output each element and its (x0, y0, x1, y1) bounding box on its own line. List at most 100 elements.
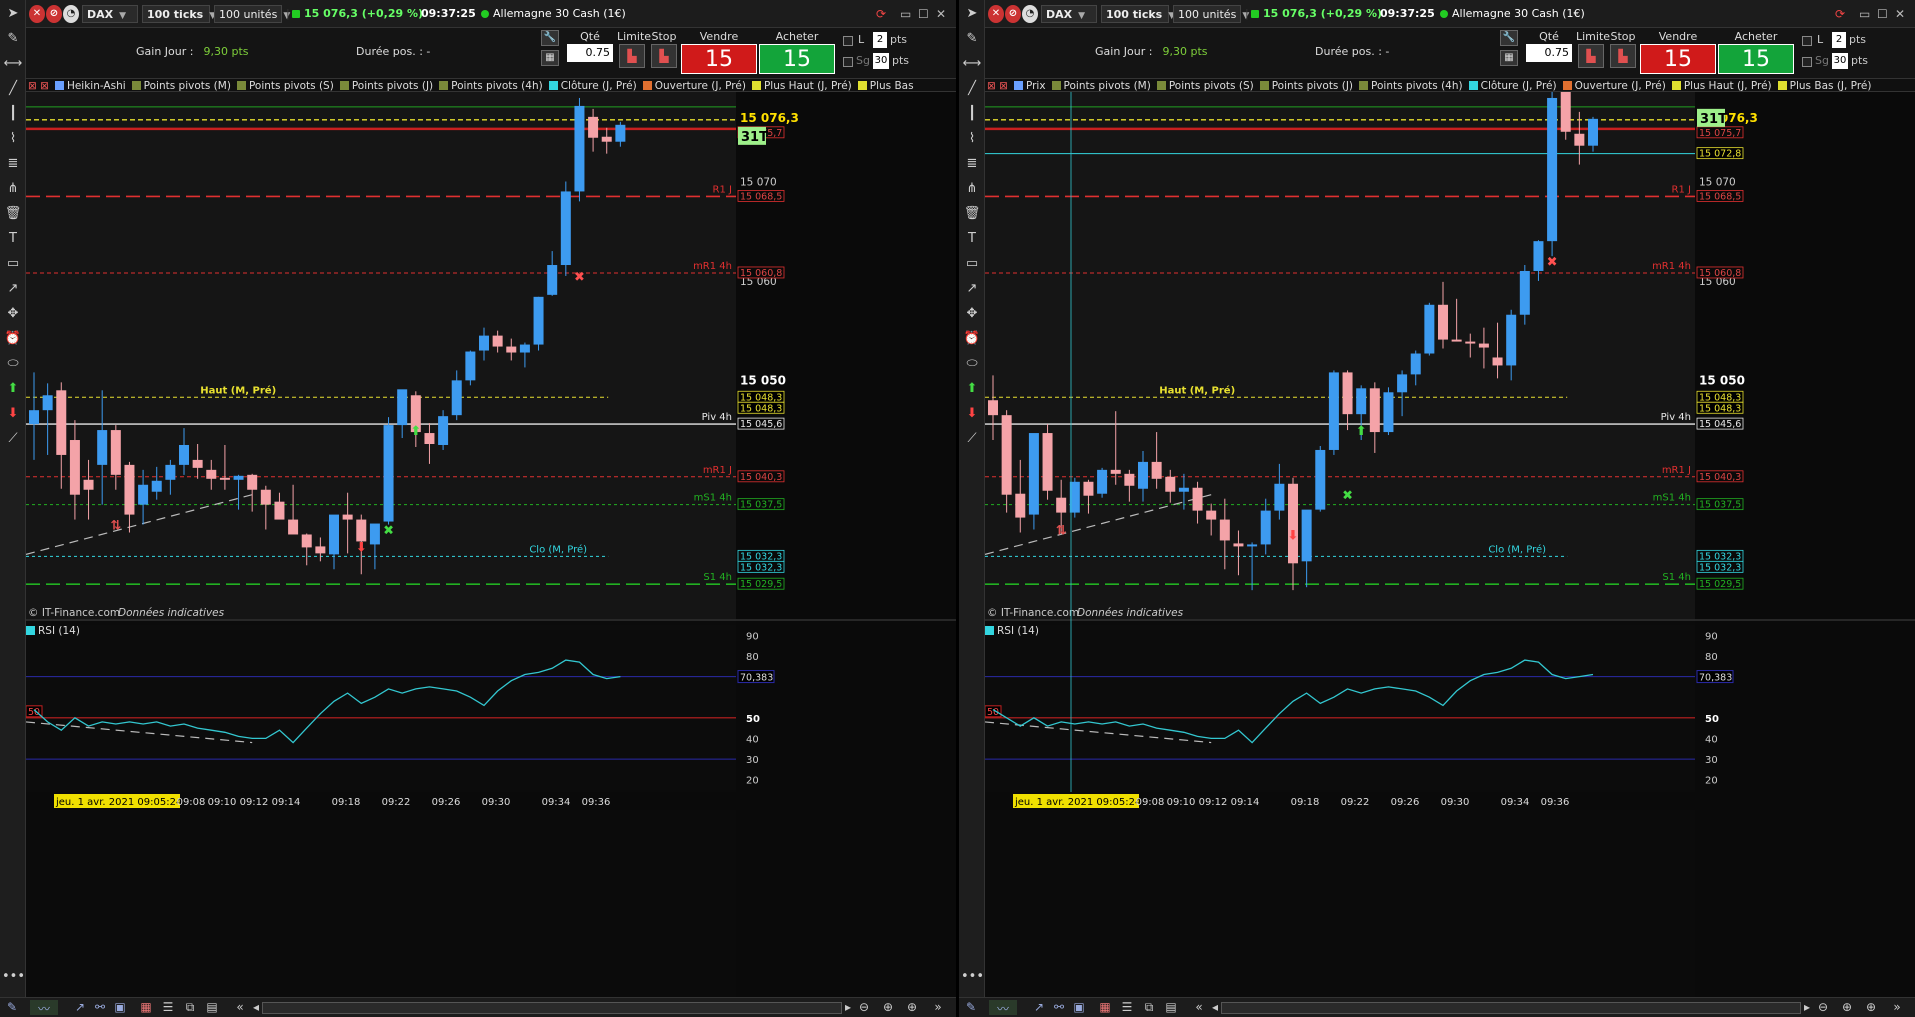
indicator-legend-item[interactable]: Plus Haut (J, Pré) (1670, 80, 1776, 91)
pitchfork-tool-icon[interactable]: ⋔ (961, 180, 983, 198)
arrow-icon[interactable]: ↗ (1031, 1000, 1047, 1015)
calendar-icon[interactable]: ▦ (1097, 1000, 1113, 1015)
scroll-right-icon[interactable]: ▸ (1799, 1000, 1815, 1015)
indicator-legend-item[interactable]: Points pivots (M) (1050, 80, 1155, 91)
close-icon[interactable]: ✕ (936, 5, 946, 23)
buy-button[interactable]: 15 076,9 (759, 44, 835, 102)
share-icon[interactable]: ⚯ (1051, 1000, 1067, 1015)
sg-checkbox[interactable] (1802, 57, 1812, 67)
indicator-legend-item[interactable]: Heikin-Ashi (53, 80, 130, 91)
sg-points-input[interactable]: 30 (1832, 53, 1848, 69)
window-icon[interactable]: ▣ (112, 1000, 128, 1015)
symbol-dropdown[interactable]: DAX ▼ (1041, 5, 1097, 23)
sell-button[interactable]: 15 075,7 (681, 44, 757, 102)
ellipse-tool-icon[interactable]: ⬭ (961, 355, 983, 373)
zoom-in-icon[interactable]: ⊕ (1839, 1000, 1855, 1015)
sync-icon[interactable]: ⟳ (1835, 5, 1845, 23)
arrow-tool-icon[interactable]: ↗ (961, 280, 983, 298)
buy-button[interactable]: 15 076,9 (1718, 44, 1794, 102)
text-tool-icon[interactable]: T (961, 230, 983, 248)
scroll-end-icon[interactable]: » (930, 1000, 946, 1015)
stop-icon[interactable]: ⊘ (1005, 5, 1021, 23)
window-icon[interactable]: ▣ (1071, 1000, 1087, 1015)
indicator-legend-item[interactable]: Plus Bas (J, Pré) (1776, 80, 1876, 91)
indicator-legend-item[interactable]: Clôture (J, Pré) (1467, 80, 1561, 91)
scroll-begin-icon[interactable]: « (232, 1000, 248, 1015)
down-arrow-tool-icon[interactable]: ⬇ (2, 405, 24, 423)
sg-checkbox[interactable] (843, 57, 853, 67)
indicator-legend-item[interactable]: Points pivots (J) (1258, 80, 1357, 91)
symbol-dropdown[interactable]: DAX ▼ (82, 5, 138, 23)
fibonacci-tool-icon[interactable]: ≣ (2, 155, 24, 173)
cursor-tool-icon[interactable]: ➤ (961, 5, 983, 23)
text-tool-icon[interactable]: T (2, 230, 24, 248)
qty-input[interactable]: 0.75 (567, 44, 613, 62)
alarm-tool-icon[interactable]: ⏰ (2, 330, 24, 348)
line-tool-icon[interactable]: ╱ (961, 80, 983, 98)
scroll-begin-icon[interactable]: « (1191, 1000, 1207, 1015)
legend-settings-icon[interactable]: ⊠ ⊠ (985, 80, 1012, 91)
zoom-out-icon[interactable]: ⊖ (1815, 1000, 1831, 1015)
zoom-reset-icon[interactable]: ⊕ (1863, 1000, 1879, 1015)
segment-tool-icon[interactable]: ⟷ (961, 55, 983, 73)
stop-order-button[interactable]: ▙ (651, 44, 677, 68)
trash-tool-icon[interactable]: 🗑 (961, 205, 983, 223)
limit-order-button[interactable]: ▙ (619, 44, 645, 68)
cursor-tool-icon[interactable]: ➤ (2, 5, 24, 23)
ellipse-tool-icon[interactable]: ⬭ (2, 355, 24, 373)
up-arrow-tool-icon[interactable]: ⬆ (2, 380, 24, 398)
zoom-out-icon[interactable]: ⊖ (856, 1000, 872, 1015)
minimize-icon[interactable]: ▭ (1859, 5, 1870, 23)
move-tool-icon[interactable]: ✥ (961, 305, 983, 323)
arrow-tool-icon[interactable]: ↗ (2, 280, 24, 298)
copy-icon[interactable]: ⧉ (182, 1000, 198, 1015)
list-icon[interactable]: ☰ (160, 1000, 176, 1015)
ruler-tool-icon[interactable]: ⟋ (961, 430, 983, 448)
alarm-tool-icon[interactable]: ⏰ (961, 330, 983, 348)
more-tools-icon[interactable]: ••• (961, 968, 984, 986)
time-icon[interactable]: ◔ (63, 5, 79, 23)
vertical-line-tool-icon[interactable]: ┃ (2, 105, 24, 123)
indicator-legend-item[interactable]: Plus Haut (J, Pré) (750, 80, 856, 91)
sg-points-input[interactable]: 30 (873, 53, 889, 69)
pitchfork-tool-icon[interactable]: ⋔ (2, 180, 24, 198)
calculator-icon[interactable]: ▦ (541, 50, 559, 66)
share-icon[interactable]: ⚯ (92, 1000, 108, 1015)
wrench-icon[interactable]: 🔧 (1500, 30, 1518, 46)
save-icon[interactable]: ▤ (204, 1000, 220, 1015)
pen-tool-icon[interactable]: ✎ (2, 30, 24, 48)
measure-tool-icon[interactable]: ⌇ (961, 130, 983, 148)
up-arrow-tool-icon[interactable]: ⬆ (961, 380, 983, 398)
time-scrollbar[interactable] (1221, 1002, 1801, 1014)
chart-style-icon[interactable]: 〰 (30, 1000, 58, 1016)
fibonacci-tool-icon[interactable]: ≣ (961, 155, 983, 173)
vertical-line-tool-icon[interactable]: ┃ (961, 105, 983, 123)
qty-input[interactable]: 0.75 (1526, 44, 1572, 62)
copy-icon[interactable]: ⧉ (1141, 1000, 1157, 1015)
sell-button[interactable]: 15 075,7 (1640, 44, 1716, 102)
ruler-tool-icon[interactable]: ⟋ (2, 430, 24, 448)
time-scrollbar[interactable] (262, 1002, 842, 1014)
l-checkbox[interactable] (843, 36, 853, 46)
stop-icon[interactable]: ⊘ (46, 5, 62, 23)
measure-tool-icon[interactable]: ⌇ (2, 130, 24, 148)
l-points-input[interactable]: 2 (1832, 32, 1846, 48)
close-position-icon[interactable]: ✕ (29, 5, 45, 23)
minimize-icon[interactable]: ▭ (900, 5, 911, 23)
more-tools-icon[interactable]: ••• (2, 968, 25, 986)
interval-dropdown[interactable]: 100 ticks ▼ (1101, 5, 1175, 23)
trash-tool-icon[interactable]: 🗑 (2, 205, 24, 223)
limit-order-button[interactable]: ▙ (1578, 44, 1604, 68)
pen-tool-icon[interactable]: ✎ (961, 30, 983, 48)
rectangle-tool-icon[interactable]: ▭ (2, 255, 24, 273)
price-chart[interactable]: 15 07015 06015 050R1 JmR1 4hHaut (M, Pré… (985, 92, 1915, 1017)
indicator-legend-item[interactable]: Prix (1012, 80, 1050, 91)
wrench-icon[interactable]: 🔧 (541, 30, 559, 46)
sync-icon[interactable]: ⟳ (876, 5, 886, 23)
indicator-legend-item[interactable]: Points pivots (4h) (437, 80, 547, 91)
indicator-legend-item[interactable]: Points pivots (S) (1155, 80, 1258, 91)
price-chart[interactable]: 15 07015 06015 050R1 JmR1 4hHaut (M, Pré… (26, 92, 956, 1017)
move-tool-icon[interactable]: ✥ (2, 305, 24, 323)
list-icon[interactable]: ☰ (1119, 1000, 1135, 1015)
indicator-legend-item[interactable]: Points pivots (4h) (1357, 80, 1467, 91)
